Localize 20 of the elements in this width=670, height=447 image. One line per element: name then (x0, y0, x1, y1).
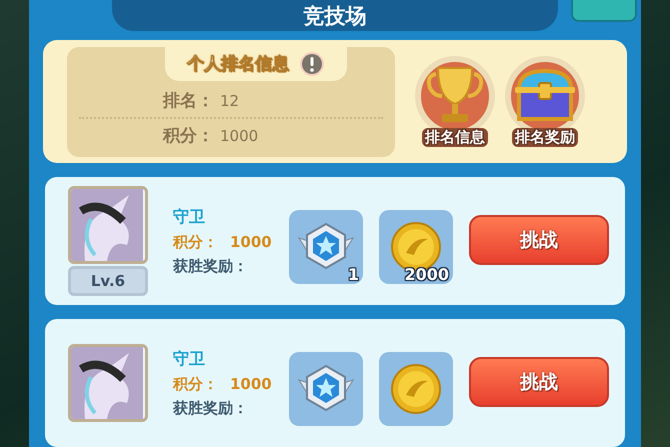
score-label: 积分： (173, 232, 218, 252)
reward-label: 获胜奖励： (173, 256, 249, 276)
stat-value: 1000 (220, 126, 258, 145)
level-label: Lv.6 (68, 266, 148, 296)
arena-title: 竞技场 (112, 0, 558, 32)
reward-label: 获胜奖励： (173, 398, 249, 418)
reward-count: 1 (348, 265, 359, 284)
score-label: 积分： (173, 374, 218, 394)
score-value: 1000 (230, 232, 272, 252)
reward-count: 2000 (404, 265, 449, 284)
stat-value: 12 (220, 92, 240, 110)
coin-icon (390, 363, 442, 415)
ranking-heading: 个人排名信息 (187, 53, 289, 76)
stat-label: 积分： (163, 124, 214, 147)
star-badge-icon (297, 364, 355, 414)
score-value: 1000 (230, 374, 272, 394)
stat-label: 排名： (163, 90, 214, 112)
info-icon[interactable] (299, 50, 325, 77)
opponent-name: 守卫 (173, 348, 206, 370)
opponent-name: 守卫 (173, 206, 206, 228)
